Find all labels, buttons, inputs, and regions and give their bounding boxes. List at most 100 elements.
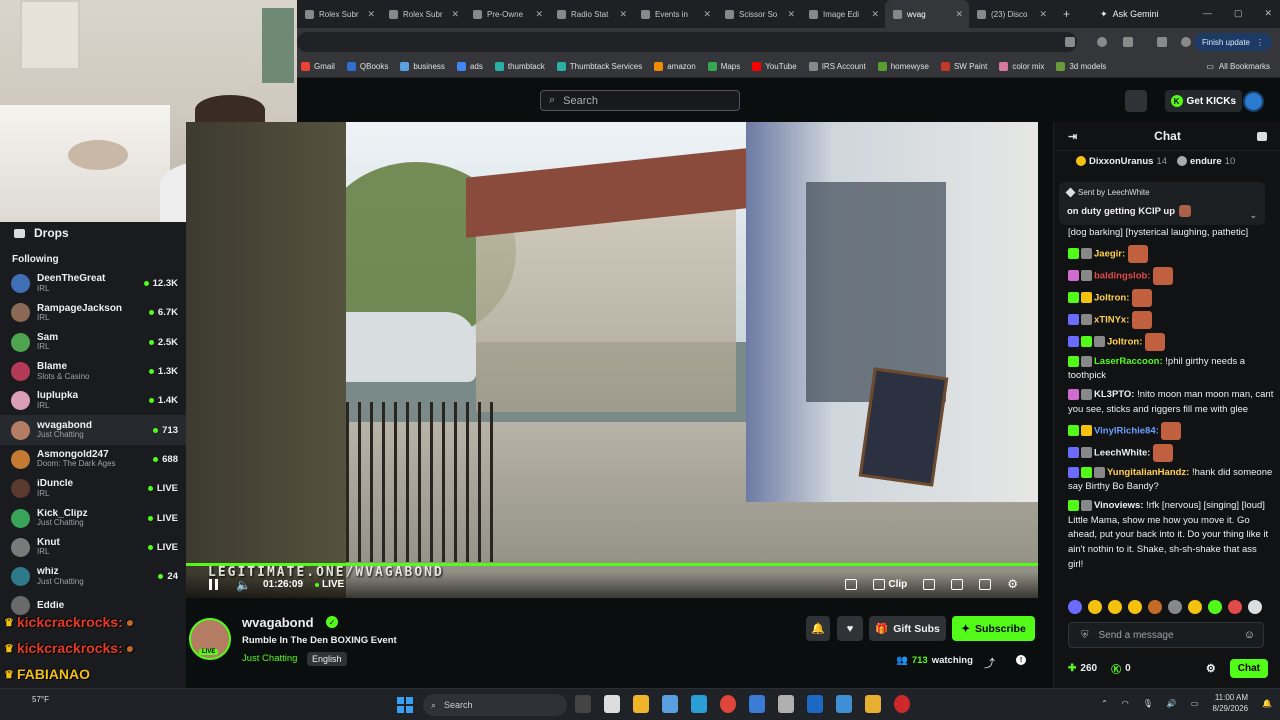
chat-message[interactable]: YungitalianHandz: !hank did someone say …	[1068, 466, 1274, 495]
info-icon[interactable]: !	[1016, 655, 1026, 665]
bookmark-item[interactable]: thumbtack	[494, 62, 545, 71]
share-icon[interactable]: ⤴	[984, 655, 995, 671]
bookmark-item[interactable]: IRS Account	[808, 62, 866, 71]
close-icon[interactable]: ✕	[367, 9, 375, 20]
file-explorer-icon[interactable]	[633, 695, 649, 713]
chat-users-icon[interactable]	[1257, 131, 1267, 141]
new-tab-button[interactable]: +	[1053, 7, 1080, 21]
browser-tab[interactable]: wvag ✕	[885, 0, 969, 28]
sidebar-channel[interactable]: lupIupka IRL 1.4K	[0, 386, 186, 415]
streamer-name[interactable]: wvagabond	[242, 615, 314, 630]
chat-send-button[interactable]: Chat	[1229, 658, 1268, 678]
close-icon[interactable]: ✕	[1039, 9, 1047, 20]
chat-message[interactable]: baldingslob:	[1068, 266, 1274, 285]
all-bookmarks-button[interactable]: ▭ All Bookmarks	[1206, 62, 1270, 71]
video-player[interactable]: LEGITIMATE.ONE/WVAGABOND 🔈 01:26:09 LIVE…	[186, 122, 1038, 598]
fullscreen-icon[interactable]	[979, 578, 992, 590]
bookmark-item[interactable]: SW Paint	[940, 62, 987, 71]
speaker-icon[interactable]: 🔊	[1167, 699, 1177, 708]
maximize-icon[interactable]: ▢	[1234, 8, 1243, 19]
emoji-picker-icon[interactable]: ☺	[1244, 629, 1255, 641]
sidebar-channel[interactable]: iDuncle IRL LIVE	[0, 474, 186, 503]
channel-points[interactable]: ✚ 260	[1068, 663, 1097, 674]
sidebar-channel[interactable]: whiz Just Chatting 24	[0, 562, 186, 591]
bookmark-item[interactable]: business	[400, 62, 445, 71]
theater-mode-icon[interactable]	[923, 578, 936, 590]
chrome-icon[interactable]	[720, 695, 736, 713]
bookmark-item[interactable]: amazon	[654, 62, 696, 71]
chat-message[interactable]: LeechWhite:	[1068, 443, 1274, 462]
bookmark-item[interactable]: Thumbtack Services	[556, 62, 642, 71]
chat-settings-icon[interactable]: ⚙	[1206, 662, 1216, 675]
quick-emote-icon[interactable]	[1088, 600, 1102, 614]
sidebar-channel[interactable]: Knut IRL LIVE	[0, 533, 186, 562]
close-icon[interactable]: ✕	[451, 9, 459, 20]
browser-tab[interactable]: Rolex Subr ✕	[381, 0, 465, 28]
calculator-app-icon[interactable]	[778, 695, 794, 713]
app-icon[interactable]	[691, 695, 707, 713]
close-window-icon[interactable]: ✕	[1264, 8, 1272, 19]
collapse-chat-icon[interactable]: ⇥	[1068, 130, 1077, 143]
calculator-icon[interactable]	[662, 695, 678, 713]
clip-button[interactable]: Clip	[873, 578, 907, 590]
browser-tab[interactable]: Pre-Owne ✕	[465, 0, 549, 28]
chat-username[interactable]: baldingslob:	[1094, 270, 1150, 281]
quick-emote-icon[interactable]	[1108, 600, 1122, 614]
recorder-icon[interactable]	[894, 695, 910, 713]
sidebar-channel[interactable]: wvagabond Just Chatting 713	[0, 415, 186, 445]
bookmark-item[interactable]: YouTube	[752, 62, 797, 71]
chat-message[interactable]: Joltron:	[1068, 288, 1274, 307]
close-icon[interactable]: ✕	[955, 9, 963, 20]
sidebar-channel[interactable]: Sam IRL 2.5K	[0, 328, 186, 357]
quick-emote-icon[interactable]	[1168, 600, 1182, 614]
paint-icon[interactable]	[807, 695, 823, 713]
chat-username[interactable]: LeechWhite:	[1094, 447, 1150, 458]
search-input[interactable]: ⌕ Search	[540, 90, 740, 111]
task-view-icon[interactable]	[575, 695, 591, 713]
media-icon[interactable]	[1157, 37, 1167, 47]
close-icon[interactable]: ✕	[871, 9, 879, 20]
leader-entry[interactable]: DixxonUranus 14	[1076, 156, 1167, 167]
chat-message[interactable]: [dog barking] [hysterical laughing, path…	[1068, 226, 1274, 241]
quick-emote-icon[interactable]	[1068, 600, 1082, 614]
battery-icon[interactable]: ▭	[1191, 699, 1199, 708]
chat-input[interactable]: ⛨ Send a message ☺	[1068, 622, 1264, 648]
bookmark-item[interactable]: 3d models	[1056, 62, 1106, 71]
kicks-balance[interactable]: Ⓚ 0	[1111, 661, 1131, 676]
browser-tab[interactable]: (23) Disco ✕	[969, 0, 1053, 28]
browser-tab[interactable]: Image Edi ✕	[801, 0, 885, 28]
chevron-down-icon[interactable]: ⌄	[1249, 210, 1257, 221]
chat-username[interactable]: YungitalianHandz:	[1107, 467, 1189, 478]
chat-message[interactable]: Vinoviews: !rfk [nervous] [singing] [lou…	[1068, 499, 1274, 573]
chat-username[interactable]: KL3PTO:	[1094, 389, 1134, 400]
start-button[interactable]	[397, 697, 413, 713]
browser-tab[interactable]: Rolex Subr ✕	[297, 0, 381, 28]
layout-toggle-button[interactable]	[1125, 90, 1147, 112]
chat-username[interactable]: xTINYx:	[1094, 314, 1129, 325]
live-indicator[interactable]: LIVE	[315, 579, 344, 590]
settings-gear-icon[interactable]: ⚙	[1007, 577, 1018, 591]
bookmark-item[interactable]: homewyse	[877, 62, 929, 71]
photos-icon[interactable]	[749, 695, 765, 713]
chat-username[interactable]: Joltron:	[1094, 292, 1129, 303]
quick-emote-icon[interactable]	[1188, 600, 1202, 614]
chat-username[interactable]: Vinoviews:	[1094, 500, 1143, 511]
store-icon[interactable]	[836, 695, 852, 713]
mic-icon[interactable]: 🎙	[1143, 699, 1153, 708]
puzzle-icon[interactable]	[1123, 37, 1133, 47]
stack-app-icon[interactable]	[865, 695, 881, 713]
picture-in-picture-icon[interactable]	[951, 578, 964, 590]
pinned-message[interactable]: Sent by LeechWhite on duty getting KCIP …	[1059, 182, 1265, 225]
close-icon[interactable]: ✕	[619, 9, 627, 20]
address-bar[interactable]	[297, 32, 1077, 52]
chat-username[interactable]: VinylRichie84:	[1094, 425, 1159, 436]
pause-button[interactable]	[209, 579, 219, 590]
chat-message[interactable]: xTINYx:	[1068, 310, 1274, 329]
bookmark-item[interactable]: Gmail	[301, 62, 335, 71]
gift-subs-button[interactable]: 🎁 Gift Subs	[869, 616, 946, 641]
video-progress-bar[interactable]	[186, 563, 1038, 566]
clock[interactable]: 11:00 AM 8/29/2026	[1212, 693, 1248, 715]
sidebar-channel[interactable]: RampageJackson IRL 6.7K	[0, 298, 186, 327]
minimize-icon[interactable]: —	[1203, 8, 1212, 19]
stream-category[interactable]: Just Chatting	[242, 653, 297, 664]
